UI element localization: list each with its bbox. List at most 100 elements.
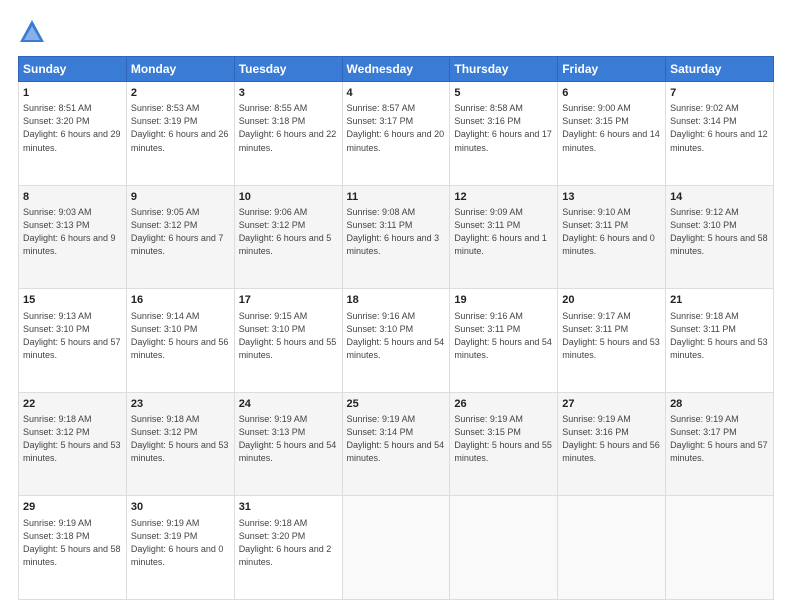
logo-icon	[18, 18, 46, 46]
day-info: Sunrise: 9:19 AMSunset: 3:16 PMDaylight:…	[562, 413, 661, 465]
day-header-sunday: Sunday	[19, 57, 127, 82]
day-number: 24	[239, 397, 338, 412]
calendar-cell: 17 Sunrise: 9:15 AMSunset: 3:10 PMDayligh…	[234, 289, 342, 393]
calendar-week-1: 1Sunrise: 8:51 AMSunset: 3:20 PMDaylight…	[19, 82, 774, 186]
calendar-week-2: 8Sunrise: 9:03 AMSunset: 3:13 PMDaylight…	[19, 185, 774, 289]
calendar-week-5: 29 Sunrise: 9:19 AMSunset: 3:18 PMDayligh…	[19, 496, 774, 600]
day-info: Sunrise: 9:16 AMSunset: 3:10 PMDaylight:…	[347, 310, 446, 362]
day-info: Sunrise: 8:51 AMSunset: 3:20 PMDaylight:…	[23, 102, 122, 154]
day-header-thursday: Thursday	[450, 57, 558, 82]
calendar-cell: 21Sunrise: 9:18 AMSunset: 3:11 PMDayligh…	[666, 289, 774, 393]
calendar-cell: 18 Sunrise: 9:16 AMSunset: 3:10 PMDayligh…	[342, 289, 450, 393]
day-info: Sunrise: 9:14 AMSunset: 3:10 PMDaylight:…	[131, 310, 230, 362]
day-info: Sunrise: 9:18 AMSunset: 3:12 PMDaylight:…	[131, 413, 230, 465]
day-info: Sunrise: 9:10 AMSunset: 3:11 PMDaylight:…	[562, 206, 661, 258]
day-number: 8	[23, 190, 122, 205]
calendar-cell	[342, 496, 450, 600]
day-number: 6	[562, 86, 661, 101]
day-info: Sunrise: 9:03 AMSunset: 3:13 PMDaylight:…	[23, 206, 122, 258]
day-number: 21	[670, 293, 769, 308]
day-number: 16	[131, 293, 230, 308]
calendar-cell: 6Sunrise: 9:00 AMSunset: 3:15 PMDaylight…	[558, 82, 666, 186]
logo	[18, 18, 50, 46]
day-number: 26	[454, 397, 553, 412]
day-number: 14	[670, 190, 769, 205]
calendar-cell	[450, 496, 558, 600]
day-number: 4	[347, 86, 446, 101]
day-info: Sunrise: 8:53 AMSunset: 3:19 PMDaylight:…	[131, 102, 230, 154]
calendar-cell: 28Sunrise: 9:19 AMSunset: 3:17 PMDayligh…	[666, 392, 774, 496]
calendar-cell: 22Sunrise: 9:18 AMSunset: 3:12 PMDayligh…	[19, 392, 127, 496]
page: SundayMondayTuesdayWednesdayThursdayFrid…	[0, 0, 792, 612]
day-number: 31	[239, 500, 338, 515]
day-number: 11	[347, 190, 446, 205]
calendar-table: SundayMondayTuesdayWednesdayThursdayFrid…	[18, 56, 774, 600]
day-info: Sunrise: 9:19 AMSunset: 3:13 PMDaylight:…	[239, 413, 338, 465]
calendar-cell: 24Sunrise: 9:19 AMSunset: 3:13 PMDayligh…	[234, 392, 342, 496]
calendar-cell: 31 Sunrise: 9:18 AMSunset: 3:20 PMDayligh…	[234, 496, 342, 600]
day-number: 5	[454, 86, 553, 101]
day-number: 7	[670, 86, 769, 101]
day-info: Sunrise: 9:19 AMSunset: 3:19 PMDaylight:…	[131, 517, 230, 569]
day-info: Sunrise: 9:02 AMSunset: 3:14 PMDaylight:…	[670, 102, 769, 154]
header	[18, 18, 774, 46]
calendar-cell: 30 Sunrise: 9:19 AMSunset: 3:19 PMDayligh…	[126, 496, 234, 600]
calendar-cell: 12Sunrise: 9:09 AMSunset: 3:11 PMDayligh…	[450, 185, 558, 289]
day-number: 15	[23, 293, 122, 308]
calendar-cell: 29 Sunrise: 9:19 AMSunset: 3:18 PMDayligh…	[19, 496, 127, 600]
day-info: Sunrise: 9:08 AMSunset: 3:11 PMDaylight:…	[347, 206, 446, 258]
day-number: 28	[670, 397, 769, 412]
calendar-cell: 13Sunrise: 9:10 AMSunset: 3:11 PMDayligh…	[558, 185, 666, 289]
day-info: Sunrise: 9:06 AMSunset: 3:12 PMDaylight:…	[239, 206, 338, 258]
calendar-cell: 9Sunrise: 9:05 AMSunset: 3:12 PMDaylight…	[126, 185, 234, 289]
day-number: 9	[131, 190, 230, 205]
calendar-cell: 15 Sunrise: 9:13 AMSunset: 3:10 PMDayligh…	[19, 289, 127, 393]
calendar-cell: 14Sunrise: 9:12 AMSunset: 3:10 PMDayligh…	[666, 185, 774, 289]
day-info: Sunrise: 8:55 AMSunset: 3:18 PMDaylight:…	[239, 102, 338, 154]
day-number: 29	[23, 500, 122, 515]
day-info: Sunrise: 9:19 AMSunset: 3:18 PMDaylight:…	[23, 517, 122, 569]
day-number: 17	[239, 293, 338, 308]
day-number: 25	[347, 397, 446, 412]
day-info: Sunrise: 9:19 AMSunset: 3:17 PMDaylight:…	[670, 413, 769, 465]
day-header-friday: Friday	[558, 57, 666, 82]
day-number: 10	[239, 190, 338, 205]
day-info: Sunrise: 9:15 AMSunset: 3:10 PMDaylight:…	[239, 310, 338, 362]
day-info: Sunrise: 8:58 AMSunset: 3:16 PMDaylight:…	[454, 102, 553, 154]
calendar-cell: 3Sunrise: 8:55 AMSunset: 3:18 PMDaylight…	[234, 82, 342, 186]
day-info: Sunrise: 9:00 AMSunset: 3:15 PMDaylight:…	[562, 102, 661, 154]
calendar-cell: 27Sunrise: 9:19 AMSunset: 3:16 PMDayligh…	[558, 392, 666, 496]
day-number: 18	[347, 293, 446, 308]
calendar-cell: 8Sunrise: 9:03 AMSunset: 3:13 PMDaylight…	[19, 185, 127, 289]
calendar-cell: 20Sunrise: 9:17 AMSunset: 3:11 PMDayligh…	[558, 289, 666, 393]
calendar-week-3: 15 Sunrise: 9:13 AMSunset: 3:10 PMDayligh…	[19, 289, 774, 393]
calendar-cell: 1Sunrise: 8:51 AMSunset: 3:20 PMDaylight…	[19, 82, 127, 186]
day-info: Sunrise: 9:19 AMSunset: 3:14 PMDaylight:…	[347, 413, 446, 465]
calendar-week-4: 22Sunrise: 9:18 AMSunset: 3:12 PMDayligh…	[19, 392, 774, 496]
calendar-cell: 5Sunrise: 8:58 AMSunset: 3:16 PMDaylight…	[450, 82, 558, 186]
calendar-cell: 11Sunrise: 9:08 AMSunset: 3:11 PMDayligh…	[342, 185, 450, 289]
day-number: 27	[562, 397, 661, 412]
day-number: 3	[239, 86, 338, 101]
calendar-cell: 7Sunrise: 9:02 AMSunset: 3:14 PMDaylight…	[666, 82, 774, 186]
day-info: Sunrise: 9:09 AMSunset: 3:11 PMDaylight:…	[454, 206, 553, 258]
day-info: Sunrise: 9:13 AMSunset: 3:10 PMDaylight:…	[23, 310, 122, 362]
day-info: Sunrise: 9:16 AMSunset: 3:11 PMDaylight:…	[454, 310, 553, 362]
calendar-cell: 16 Sunrise: 9:14 AMSunset: 3:10 PMDayligh…	[126, 289, 234, 393]
day-number: 19	[454, 293, 553, 308]
day-info: Sunrise: 9:12 AMSunset: 3:10 PMDaylight:…	[670, 206, 769, 258]
day-info: Sunrise: 9:05 AMSunset: 3:12 PMDaylight:…	[131, 206, 230, 258]
day-number: 20	[562, 293, 661, 308]
day-header-monday: Monday	[126, 57, 234, 82]
calendar-cell: 25Sunrise: 9:19 AMSunset: 3:14 PMDayligh…	[342, 392, 450, 496]
day-header-tuesday: Tuesday	[234, 57, 342, 82]
day-number: 30	[131, 500, 230, 515]
day-info: Sunrise: 9:18 AMSunset: 3:12 PMDaylight:…	[23, 413, 122, 465]
day-info: Sunrise: 9:19 AMSunset: 3:15 PMDaylight:…	[454, 413, 553, 465]
calendar-cell: 26Sunrise: 9:19 AMSunset: 3:15 PMDayligh…	[450, 392, 558, 496]
day-info: Sunrise: 8:57 AMSunset: 3:17 PMDaylight:…	[347, 102, 446, 154]
calendar-cell: 23Sunrise: 9:18 AMSunset: 3:12 PMDayligh…	[126, 392, 234, 496]
day-info: Sunrise: 9:18 AMSunset: 3:20 PMDaylight:…	[239, 517, 338, 569]
day-number: 12	[454, 190, 553, 205]
day-header-wednesday: Wednesday	[342, 57, 450, 82]
